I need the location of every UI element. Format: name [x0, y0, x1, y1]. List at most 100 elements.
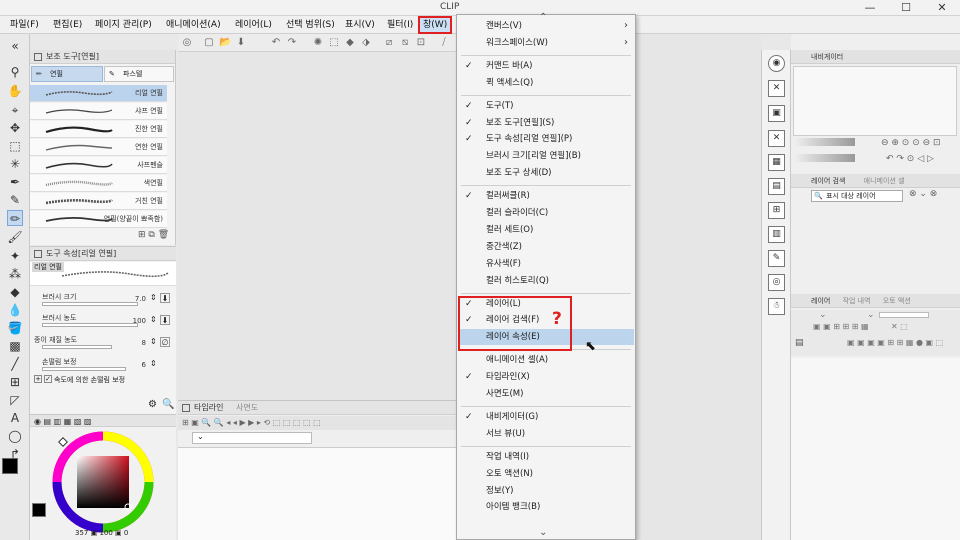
tab-pastel[interactable]: ✎ 파스텔	[104, 66, 174, 82]
window-menu-item[interactable]: 캔버스(V) ›	[458, 18, 634, 34]
move-layer-icon[interactable]: ✥	[7, 120, 23, 136]
menu-edit[interactable]: 편집(E)	[50, 18, 85, 32]
material-panel-icon[interactable]: ▤	[768, 178, 785, 195]
auto-select-icon[interactable]: ✳	[7, 156, 23, 172]
pattern-panel-icon[interactable]: ▦	[768, 154, 785, 171]
menu-layer[interactable]: 레이어(L)	[232, 18, 275, 32]
gradient-icon[interactable]: ▩	[7, 338, 23, 354]
stepper-icon[interactable]: ⇕	[150, 315, 157, 324]
operation-tool-icon[interactable]: ⌖	[7, 102, 23, 118]
menu-page[interactable]: 페이지 관리(P)	[92, 18, 155, 32]
tab-pencil[interactable]: ✏ 연필	[31, 66, 103, 82]
camera-panel-icon[interactable]: ◎	[768, 274, 785, 291]
window-menu-item[interactable]: 보조 도구 상세(D)	[458, 165, 634, 181]
blend-icon[interactable]: 💧	[7, 302, 23, 318]
window-menu-item[interactable]: 컬러써클(R) ✓	[458, 188, 634, 204]
fill-icon[interactable]: 🪣	[7, 320, 23, 336]
window-menu-item[interactable]: 사면도(M)	[458, 386, 634, 402]
zoom-tool-icon[interactable]: ⚲	[7, 64, 23, 80]
balloon-icon[interactable]: ◯	[7, 428, 23, 444]
window-menu-item[interactable]: 중간색(Z)	[458, 239, 634, 255]
scroll-down-icon[interactable]: ⌄	[539, 527, 547, 538]
brush-density-slider[interactable]	[42, 323, 138, 327]
stabilization-slider[interactable]	[42, 367, 126, 371]
main-color-swatch[interactable]	[2, 458, 18, 474]
window-menu-item[interactable]: 브러시 크기[리얼 연필](B)	[458, 148, 634, 164]
brush-item[interactable]: 연필(양끝이 뾰족함)	[30, 211, 167, 228]
window-menu-item[interactable]: 도구(T) ✓	[458, 98, 634, 114]
clear-outside-icon[interactable]: ⬚	[328, 37, 340, 49]
canvas-area[interactable]	[178, 52, 456, 400]
navigator-preview[interactable]	[793, 66, 957, 136]
figure-panel-icon[interactable]: ☃	[768, 298, 785, 315]
window-menu-item[interactable]: 내비게이터(G) ✓	[458, 409, 634, 425]
deselect-icon[interactable]: ⧄	[383, 37, 395, 49]
window-menu-item[interactable]: 퀵 액세스(Q)	[458, 75, 634, 91]
figure-icon[interactable]: ╱	[7, 356, 23, 372]
ruler-icon[interactable]: ◸	[7, 392, 23, 408]
search-icon[interactable]: 🔍	[162, 399, 174, 410]
redo-icon[interactable]: ↷	[286, 37, 298, 49]
invert-selection-icon[interactable]: ⧅	[399, 37, 411, 49]
window-menu-item[interactable]: 컬러 세트(O)	[458, 222, 634, 238]
layer-list[interactable]	[791, 358, 960, 540]
brush-item[interactable]: 샤프 연필	[30, 103, 167, 120]
minimize-button[interactable]: —	[852, 0, 888, 16]
close-panel-icon[interactable]: ✕	[768, 130, 785, 147]
close-panel-icon[interactable]: ✕	[768, 80, 785, 97]
brush-item[interactable]: 거친 연필	[30, 193, 167, 210]
pressure-icon[interactable]: ⬇	[160, 315, 170, 325]
search-option-icons[interactable]: ⊗ ⌄ ⊗	[909, 189, 937, 199]
window-menu-item[interactable]: 도구 속성[리얼 연필](P) ✓	[458, 131, 634, 147]
stepper-icon[interactable]: ⇕	[150, 337, 157, 346]
rotate-slider[interactable]	[795, 154, 855, 162]
timeline-tracks[interactable]	[178, 447, 456, 540]
window-menu-item[interactable]: 서브 뷰(U)	[458, 426, 634, 442]
eraser-icon[interactable]: ◆	[7, 284, 23, 300]
brush-item[interactable]: 색연필	[30, 175, 167, 192]
paper-texture-slider[interactable]	[42, 345, 112, 349]
color-tab-icons[interactable]: ◉ ▤ ▥ ▦ ▧ ▨	[34, 417, 92, 426]
window-menu-item[interactable]: 오토 액션(N)	[458, 466, 634, 482]
tab-four-view[interactable]: 사면도	[236, 403, 258, 412]
menu-file[interactable]: 파일(F)	[7, 18, 42, 32]
save-icon[interactable]: ⬇	[235, 37, 247, 49]
text-tool-icon[interactable]: A	[7, 410, 23, 426]
frame-icon[interactable]: ⊞	[7, 374, 23, 390]
window-menu-item[interactable]: 유사색(F)	[458, 256, 634, 272]
menu-filter[interactable]: 필터(I)	[384, 18, 416, 32]
ruler-snap-icon[interactable]: ⧸	[438, 37, 450, 49]
new-file-icon[interactable]: ▢	[203, 37, 215, 49]
menu-selection[interactable]: 선택 범위(S)	[283, 18, 338, 32]
subtool-footer-icons[interactable]: ⊞ ⧉ 🗑	[138, 230, 169, 240]
collapse-icon[interactable]: «	[7, 38, 23, 54]
window-menu-item[interactable]: 컬러 슬라이더(C)	[458, 205, 634, 221]
zoom-controls[interactable]: ⊖ ⊕ ⊙ ⊙ ⊖ ⊡	[881, 138, 941, 148]
menu-view[interactable]: 표시(V)	[342, 18, 378, 32]
brush-item[interactable]: 연한 연필	[30, 139, 167, 156]
window-menu-item[interactable]: 애니메이션 셀(A)	[458, 352, 634, 368]
clear-icon[interactable]: ✺	[312, 37, 324, 49]
window-menu-item[interactable]: 정보(Y)	[458, 483, 634, 499]
settings-icon[interactable]: ⚙	[148, 399, 157, 410]
window-menu-item[interactable]: 타임라인(X) ✓	[458, 369, 634, 385]
rotate-controls[interactable]: ↶ ↷ ⊙ ◁ ▷	[886, 154, 934, 164]
layer-panel-icon[interactable]: ▥	[768, 226, 785, 243]
menu-window[interactable]: 창(W)	[417, 16, 453, 34]
pen-tool-icon[interactable]: ✎	[7, 192, 23, 208]
pencil-tool-icon[interactable]: ✏	[7, 210, 23, 226]
main-color[interactable]	[32, 503, 46, 517]
navigator-icon[interactable]: ◉	[768, 55, 785, 72]
maximize-button[interactable]: ☐	[888, 0, 924, 16]
hand-tool-icon[interactable]: ✋	[7, 83, 23, 99]
window-menu-item[interactable]: 커맨드 바(A) ✓	[458, 58, 634, 74]
app-icon[interactable]: ◎	[181, 37, 193, 49]
color-wheel[interactable]	[50, 429, 156, 535]
brush-item[interactable]: 진한 연필	[30, 121, 167, 138]
speed-checkbox[interactable]: ✓	[44, 375, 52, 383]
eyedropper-icon[interactable]: ✒	[7, 174, 23, 190]
window-menu-item[interactable]: 컬러 히스토리(Q)	[458, 273, 634, 289]
layer-search-select[interactable]: 🔍 표시 대상 레이어	[811, 190, 903, 202]
pressure-icon[interactable]: ⬇	[160, 293, 170, 303]
selection-tool-icon[interactable]: ⬚	[7, 138, 23, 154]
